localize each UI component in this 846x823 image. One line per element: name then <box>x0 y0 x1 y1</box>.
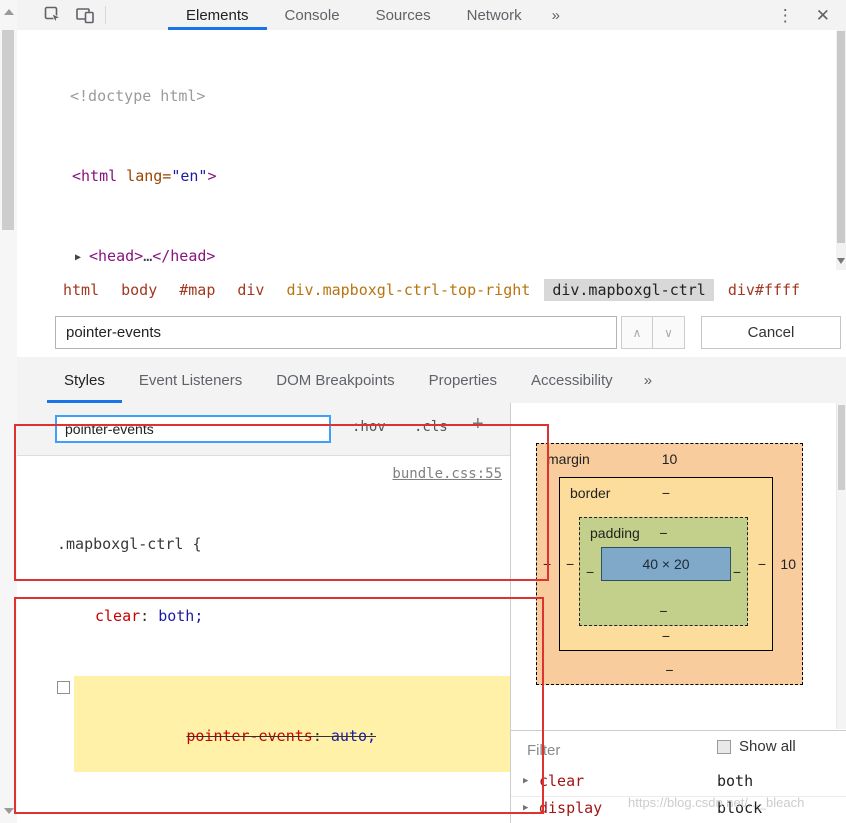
box-model-border[interactable]: border − − − − padding − − − − 40 × 20 <box>559 477 773 651</box>
sidebar-tab-strip: Styles Event Listeners DOM Breakpoints P… <box>17 357 846 404</box>
box-model-content[interactable]: 40 × 20 <box>601 547 731 581</box>
border-label: border <box>570 485 611 501</box>
element-class-toggle[interactable]: .cls <box>414 419 448 435</box>
margin-left-value[interactable]: − <box>543 556 551 572</box>
margin-top-value[interactable]: 10 <box>662 451 678 467</box>
margin-label: margin <box>547 451 590 467</box>
computed-property-row[interactable]: ▶ clear both <box>511 769 846 797</box>
expand-arrow-icon[interactable]: ▶ <box>75 245 89 271</box>
breadcrumb: html body #map div div.mapboxgl-ctrl-top… <box>17 271 846 310</box>
sidebar-scrollbar[interactable] <box>836 403 846 729</box>
breadcrumb-item-ctrl-top-right[interactable]: div.mapboxgl-ctrl-top-right <box>278 279 538 301</box>
tree-scrollbar-thumb[interactable] <box>837 31 845 243</box>
padding-bottom-value[interactable]: − <box>659 603 667 619</box>
border-bottom-value[interactable]: − <box>662 628 670 644</box>
box-model-padding[interactable]: padding − − − − 40 × 20 <box>579 517 748 626</box>
search-next-button[interactable]: ∨ <box>653 316 685 349</box>
breadcrumb-item-ctrl-selected[interactable]: div.mapboxgl-ctrl <box>544 279 714 301</box>
scroll-down-arrow-icon[interactable] <box>4 808 14 814</box>
margin-right-value[interactable]: 10 <box>780 556 796 572</box>
devtools-tab-strip: Elements Console Sources Network » <box>168 0 572 30</box>
chevron-down-icon: ∨ <box>664 325 673 340</box>
padding-left-value[interactable]: − <box>586 564 594 580</box>
box-model-margin[interactable]: margin 10 10 − − border − − − − padding … <box>536 443 803 685</box>
cancel-button[interactable]: Cancel <box>701 316 841 349</box>
margin-bottom-value[interactable]: − <box>665 662 673 678</box>
tab-event-listeners[interactable]: Event Listeners <box>122 357 259 403</box>
breadcrumb-item-map[interactable]: #map <box>171 279 223 301</box>
computed-sidebar: margin 10 10 − − border − − − − padding … <box>510 403 846 823</box>
show-all-label: Show all <box>739 738 796 755</box>
devtools-panel: Elements Console Sources Network » ⋮ ✕ <… <box>17 0 846 823</box>
css-declaration-pointer-events-disabled[interactable]: pointer-events: auto; <box>57 676 510 772</box>
border-right-value[interactable]: − <box>758 556 766 572</box>
tab-network[interactable]: Network <box>449 0 540 30</box>
more-tabs-icon[interactable]: » <box>630 357 666 403</box>
padding-top-value[interactable]: − <box>659 525 667 541</box>
css-declaration-clear[interactable]: clear: both; <box>17 604 510 628</box>
pseudo-state-toggle[interactable]: :hov <box>352 419 386 435</box>
kebab-menu-icon[interactable]: ⋮ <box>777 7 794 24</box>
tree-line-head[interactable]: ▶ <head>…</head> <box>17 243 846 270</box>
tab-sources[interactable]: Sources <box>358 0 449 30</box>
breadcrumb-item-html[interactable]: html <box>55 279 107 301</box>
tree-line-html[interactable]: <html lang="en"> <box>17 163 846 190</box>
computed-property-value: both <box>717 772 754 790</box>
show-all-checkbox[interactable] <box>717 740 731 754</box>
chevron-up-icon: ∧ <box>632 325 642 340</box>
devtools-window: Elements Console Sources Network » ⋮ ✕ <… <box>0 0 846 823</box>
computed-property-name: clear <box>539 772 585 790</box>
border-top-value[interactable]: − <box>662 485 670 501</box>
devtools-toolbar: Elements Console Sources Network » ⋮ ✕ <box>17 0 846 31</box>
device-toolbar-icon[interactable] <box>75 5 95 25</box>
style-rule-mapboxgl-ctrl: bundle.css:55 .mapboxgl-ctrl { clear: bo… <box>17 456 510 823</box>
computed-property-value: block <box>717 799 763 817</box>
breadcrumb-item-body[interactable]: body <box>113 279 165 301</box>
tab-properties[interactable]: Properties <box>412 357 514 403</box>
search-bar: ∧ ∨ Cancel <box>17 309 846 358</box>
tab-styles[interactable]: Styles <box>47 357 122 403</box>
padding-right-value[interactable]: − <box>733 564 741 580</box>
page-scrollbar[interactable] <box>0 0 18 823</box>
toolbar-divider <box>105 6 106 24</box>
expand-arrow-icon[interactable]: ▶ <box>523 803 528 813</box>
styles-pane: :hov .cls + bundle.css:55 .mapboxgl-ctrl… <box>17 403 510 823</box>
tree-line-doctype[interactable]: <!doctype html> <box>17 83 846 110</box>
tree-scrollbar[interactable] <box>836 30 846 270</box>
tab-elements[interactable]: Elements <box>168 0 267 30</box>
rule-selector[interactable]: .mapboxgl-ctrl { <box>17 532 510 556</box>
styles-filter-bar: :hov .cls + <box>17 403 510 456</box>
tab-accessibility[interactable]: Accessibility <box>514 357 630 403</box>
stylesheet-link[interactable]: bundle.css:55 <box>392 462 502 486</box>
scroll-down-arrow-icon[interactable] <box>837 258 845 264</box>
expand-arrow-icon[interactable]: ▶ <box>523 776 528 786</box>
padding-label: padding <box>590 525 640 541</box>
inspect-element-icon[interactable] <box>43 5 63 25</box>
border-left-value[interactable]: − <box>566 556 574 572</box>
new-style-rule-button[interactable]: + <box>472 413 484 436</box>
styles-filter-input[interactable] <box>55 415 331 443</box>
tab-dom-breakpoints[interactable]: DOM Breakpoints <box>259 357 411 403</box>
close-icon[interactable]: ✕ <box>816 7 830 24</box>
sidebar-scrollbar-thumb[interactable] <box>838 405 845 490</box>
dom-tree: <!doctype html> <html lang="en"> ▶ <head>… <box>17 30 846 272</box>
search-input[interactable] <box>55 316 617 349</box>
breadcrumb-item-div-ffff[interactable]: div#ffff <box>720 279 808 301</box>
page-scrollbar-thumb[interactable] <box>2 30 14 230</box>
search-previous-button[interactable]: ∧ <box>621 316 653 349</box>
computed-filter-bar: Show all <box>511 730 846 768</box>
tab-console[interactable]: Console <box>267 0 358 30</box>
computed-property-row[interactable]: ▶ display block <box>511 796 846 823</box>
property-checkbox[interactable] <box>57 681 70 694</box>
scroll-up-arrow-icon[interactable] <box>4 9 14 15</box>
more-tabs-icon[interactable]: » <box>540 0 572 30</box>
computed-property-name: display <box>539 799 603 817</box>
breadcrumb-item-div[interactable]: div <box>229 279 272 301</box>
computed-filter-input[interactable] <box>525 737 679 763</box>
